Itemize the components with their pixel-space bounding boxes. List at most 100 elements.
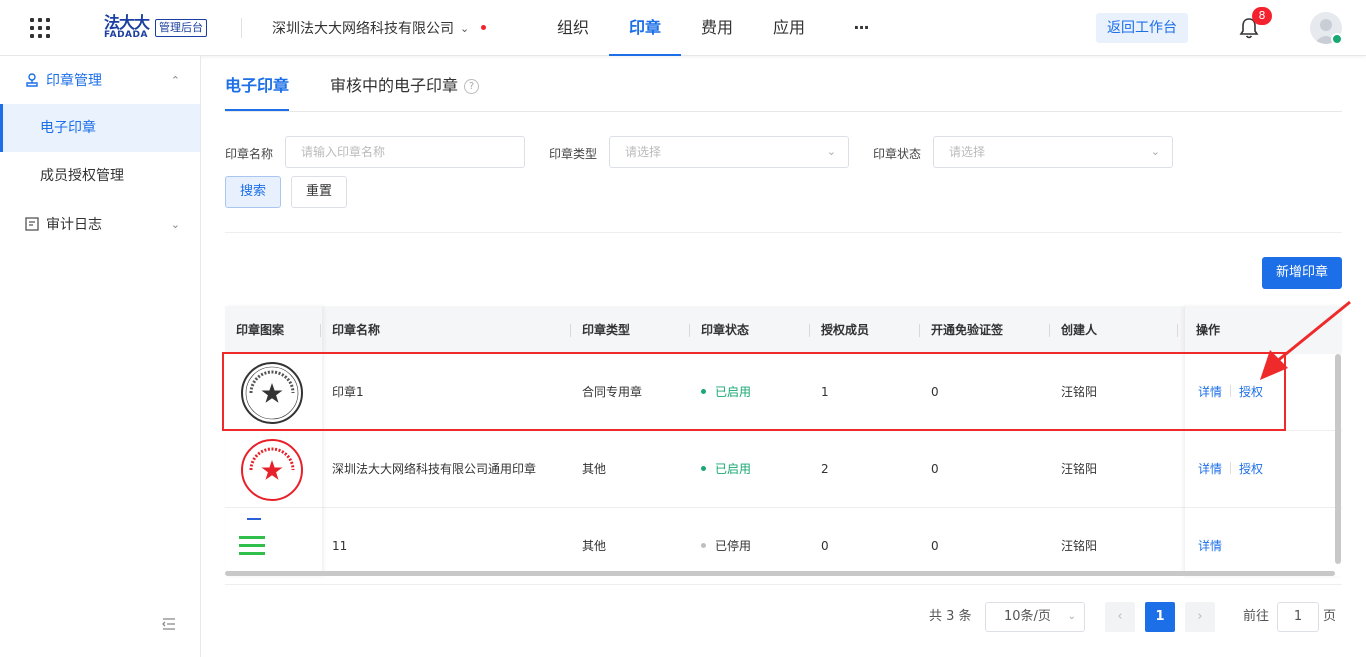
notification-badge: 8 <box>1252 7 1272 25</box>
col-exempt-sign: 开通免验证签 <box>931 323 1004 337</box>
return-workbench-button[interactable]: 返回工作台 <box>1096 13 1188 43</box>
col-creator: 创建人 <box>1061 323 1098 337</box>
app-grid-icon[interactable] <box>30 18 50 38</box>
chevron-down-icon: ⌄ <box>1150 145 1160 158</box>
exempt-count: 0 <box>931 385 939 399</box>
company-name: 深圳法大大网络科技有限公司 <box>272 21 454 37</box>
col-seal-name: 印章名称 <box>332 323 381 337</box>
col-members: 授权成员 <box>821 323 870 337</box>
divider <box>1230 385 1232 397</box>
verified-icon <box>1331 33 1343 45</box>
logo: 法大大 FADADA 管理后台 <box>104 13 208 40</box>
search-button[interactable]: 搜索 <box>225 176 281 208</box>
seal-name: 深圳法大大网络科技有限公司通用印章 <box>332 462 537 476</box>
col-seal-image: 印章图案 <box>236 323 285 337</box>
nav-seal[interactable]: 印章 <box>609 0 681 56</box>
col-divider <box>1177 324 1178 337</box>
tab-e-seal[interactable]: 电子印章 <box>225 72 290 112</box>
page-unit: 页 <box>1323 609 1337 624</box>
seal-name: 印章1 <box>332 385 364 399</box>
detail-link[interactable]: 详情 <box>1198 462 1222 476</box>
sidebar-group-audit[interactable]: 审计日志 ⌄ <box>0 200 200 248</box>
nav-fee[interactable]: 费用 <box>681 0 753 56</box>
total-count: 共 3 条 <box>929 609 972 624</box>
page-size-select[interactable]: 10条/页 ⌄ <box>985 602 1085 632</box>
sidebar-group-label: 印章管理 <box>46 73 102 89</box>
sidebar-group-label: 审计日志 <box>46 217 102 233</box>
top-bar: 法大大 FADADA 管理后台 深圳法大大网络科技有限公司 ⌄ 组织 印章 费用… <box>0 0 1366 56</box>
status-text: 已启用 <box>715 385 752 399</box>
prev-page-button[interactable]: ‹ <box>1105 602 1135 632</box>
detail-link[interactable]: 详情 <box>1198 539 1222 553</box>
seal-status: 已启用 <box>690 354 751 431</box>
chevron-down-icon: ⌄ <box>460 21 470 35</box>
seal-icon <box>26 73 38 87</box>
status-dot <box>701 389 706 394</box>
status-dot <box>701 543 706 548</box>
nav-apps[interactable]: 应用 <box>753 0 825 56</box>
seal-type-select[interactable]: 请选择 ⌄ <box>609 136 849 168</box>
help-icon[interactable]: ? <box>464 79 480 94</box>
sidebar-group-seal[interactable]: 印章管理 ⌃ <box>0 56 200 104</box>
sidebar: 印章管理 ⌃ 电子印章 成员授权管理 审计日志 ⌄ <box>0 56 201 657</box>
chevron-down-icon: ⌄ <box>1067 611 1076 622</box>
status-text: 已停用 <box>715 539 752 553</box>
unread-dot <box>481 25 486 30</box>
status-dot <box>701 466 706 471</box>
seal-status: 已启用 <box>690 431 751 508</box>
member-count: 1 <box>821 385 829 399</box>
divider <box>241 18 242 38</box>
authorize-link[interactable]: 授权 <box>1239 385 1263 399</box>
table-row: 深圳法大大网络科技有限公司通用印章 其他 已启用 2 0 汪铭阳 详情 授权 <box>225 431 1342 508</box>
page-size-value: 10条/页 <box>1004 609 1051 624</box>
seal-image <box>241 439 303 501</box>
admin-badge: 管理后台 <box>155 18 208 37</box>
status-text: 已启用 <box>715 462 752 476</box>
add-seal-button[interactable]: 新增印章 <box>1262 257 1342 289</box>
select-placeholder: 请选择 <box>949 145 986 159</box>
logo-text: 法大大 <box>104 13 150 32</box>
seal-type: 其他 <box>582 462 607 476</box>
reset-button[interactable]: 重置 <box>291 176 347 208</box>
page-number[interactable]: 1 <box>1145 602 1175 632</box>
table-row: 印章1 合同专用章 已启用 1 0 汪铭阳 详情 授权 <box>225 354 1342 431</box>
filter-type-label: 印章类型 <box>549 147 598 161</box>
log-icon <box>25 217 39 231</box>
table-header: 印章图案 印章名称 印章类型 印章状态 授权成员 开通免验证签 创建人 操作 <box>225 306 1342 354</box>
chevron-down-icon: ⌄ <box>170 217 180 231</box>
divider <box>225 232 1342 233</box>
main-nav: 组织 印章 费用 应用 ··· <box>537 0 897 56</box>
seal-status-select[interactable]: 请选择 ⌄ <box>933 136 1173 168</box>
col-seal-status: 印章状态 <box>701 323 750 337</box>
goto-label: 前往 <box>1243 609 1270 624</box>
creator: 汪铭阳 <box>1061 462 1098 476</box>
col-seal-type: 印章类型 <box>582 323 631 337</box>
chevron-up-icon: ⌃ <box>170 73 180 87</box>
seal-name-input[interactable]: 请输入印章名称 <box>285 136 525 168</box>
next-page-button[interactable]: › <box>1185 602 1215 632</box>
nav-org[interactable]: 组织 <box>537 0 609 56</box>
seal-image <box>239 518 265 555</box>
sidebar-item-member-auth[interactable]: 成员授权管理 <box>0 152 200 200</box>
member-count: 2 <box>821 462 829 476</box>
detail-link[interactable]: 详情 <box>1198 385 1222 399</box>
creator: 汪铭阳 <box>1061 385 1098 399</box>
exempt-count: 0 <box>931 462 939 476</box>
tab-label: 审核中的电子印章 <box>330 76 459 95</box>
nav-more[interactable]: ··· <box>825 0 897 56</box>
chevron-down-icon: ⌄ <box>826 145 836 158</box>
authorize-link[interactable]: 授权 <box>1239 462 1263 476</box>
company-switcher[interactable]: 深圳法大大网络科技有限公司 ⌄ <box>272 18 469 38</box>
tab-pending-seal[interactable]: 审核中的电子印章? <box>330 72 480 112</box>
vertical-scrollbar[interactable] <box>1335 354 1341 564</box>
tab-bar: 电子印章 审核中的电子印章? <box>225 72 1342 112</box>
select-placeholder: 请选择 <box>625 145 662 159</box>
sidebar-item-e-seal[interactable]: 电子印章 <box>0 104 200 152</box>
row-actions: 详情 授权 <box>1187 354 1263 431</box>
divider <box>1230 462 1232 474</box>
seal-type: 合同专用章 <box>582 385 643 399</box>
horizontal-scrollbar[interactable] <box>225 571 1335 576</box>
filter-name-label: 印章名称 <box>225 147 274 161</box>
goto-page-input[interactable]: 1 <box>1277 602 1319 632</box>
collapse-sidebar-icon[interactable] <box>162 618 176 630</box>
